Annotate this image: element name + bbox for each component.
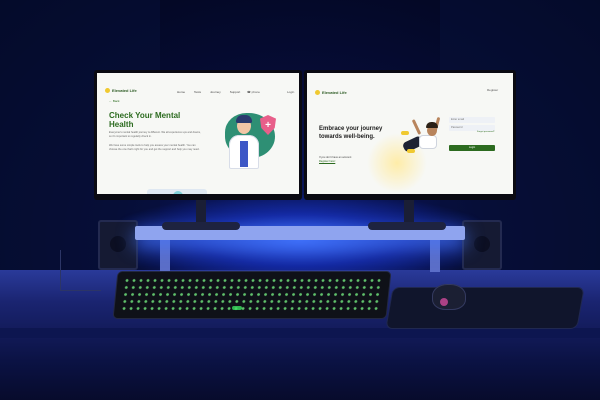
keyboard (113, 272, 391, 318)
nav-home[interactable]: Home (177, 90, 185, 94)
figure-arm (411, 119, 422, 135)
doctor-hair (236, 115, 252, 123)
page-title: Check Your Mental Health (109, 111, 180, 129)
register-here-link[interactable]: Register here! (319, 160, 351, 164)
card-illustration (173, 191, 183, 194)
right-monitor-base (368, 222, 446, 230)
riser-leg-right (430, 238, 440, 272)
left-monitor-neck (196, 200, 206, 224)
cable (60, 250, 101, 291)
logo-icon (105, 88, 110, 93)
register-prompt: If you don't have an account Register he… (319, 156, 351, 163)
email-field[interactable]: Enter email (449, 117, 495, 123)
nav-journey[interactable]: Journey (210, 90, 221, 94)
right-monitor-neck (404, 200, 414, 224)
logo-text: Elevated Life (112, 88, 137, 93)
figure-shoe (401, 131, 409, 135)
title-line-2: towards well-being. (319, 133, 375, 140)
left-monitor: Elevated Life Home Tests Journey Support… (94, 70, 302, 200)
intro-paragraph: Everyone's mental health journey is diff… (109, 131, 201, 138)
figure-shoe (407, 149, 415, 153)
left-screen: Elevated Life Home Tests Journey Support… (97, 73, 299, 194)
register-link[interactable]: Register (487, 88, 498, 92)
forgot-password-link[interactable]: Forgot password? (477, 131, 495, 133)
desk-setup-photo: Elevated Life Home Tests Journey Support… (0, 0, 600, 400)
phone-link[interactable]: ☎ phone (247, 90, 260, 94)
page-title: Embrace your journey towards well-being. (319, 126, 382, 141)
figure-shirt (419, 135, 437, 149)
right-screen: Elevated Life Register Embrace your jour… (307, 73, 513, 194)
main-nav: Home Tests Journey Support (177, 90, 240, 94)
speaker-cone (474, 236, 490, 252)
mouse (432, 284, 466, 310)
mouse-light (440, 298, 448, 306)
keyboard-logo (232, 306, 242, 310)
left-monitor-base (162, 222, 240, 230)
speaker-cone (110, 236, 126, 252)
nav-support[interactable]: Support (230, 90, 241, 94)
site-logo[interactable]: Elevated Life (315, 90, 347, 95)
keyboard-keys (120, 277, 384, 312)
desk-edge (0, 328, 600, 338)
logo-text: Elevated Life (322, 90, 347, 95)
speaker-right (462, 220, 502, 270)
logo-icon (315, 90, 320, 95)
nav-tests[interactable]: Tests (194, 90, 201, 94)
title-line-1: Embrace your journey (319, 126, 383, 132)
speaker-left (98, 220, 138, 270)
login-link[interactable]: Login (287, 90, 294, 94)
title-line-1: Check Your Mental (109, 111, 181, 120)
figure-hair (426, 122, 438, 128)
doctor-shirt (240, 141, 248, 167)
mousepad (386, 288, 584, 328)
title-line-2: Health (109, 120, 134, 129)
riser-leg-left (160, 238, 170, 272)
tools-paragraph: We have some simple tools to help you as… (109, 144, 200, 151)
no-account-text: If you don't have an account (319, 156, 352, 159)
site-logo[interactable]: Elevated Life (105, 88, 137, 93)
login-button[interactable]: Login (449, 145, 495, 151)
right-monitor: Elevated Life Register Embrace your jour… (304, 70, 516, 200)
back-link[interactable]: ← Back (109, 99, 120, 103)
